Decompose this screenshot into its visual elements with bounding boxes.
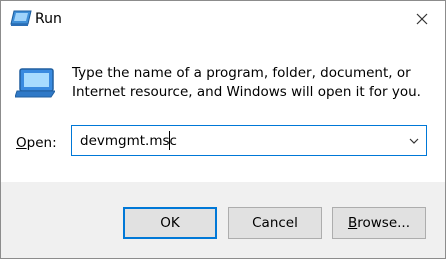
dialog-description: Type the name of a program, folder, docu… (72, 65, 421, 100)
browse-label: rowse... (357, 215, 411, 231)
close-button[interactable] (399, 1, 445, 37)
run-app-icon (10, 10, 32, 27)
close-icon (416, 13, 428, 25)
browse-accelerator: B (347, 215, 358, 231)
window-title: Run (35, 11, 62, 27)
run-icon (14, 67, 56, 99)
chevron-down-icon (409, 138, 419, 144)
dropdown-button[interactable] (402, 126, 426, 155)
cancel-button[interactable]: Cancel (228, 207, 322, 239)
open-combobox[interactable]: devmgmt.msc (71, 125, 427, 156)
dialog-content: Type the name of a program, folder, docu… (1, 37, 445, 182)
text-caret (169, 131, 170, 150)
browse-button[interactable]: Browse... (332, 207, 426, 239)
open-input[interactable]: devmgmt.msc (80, 132, 177, 150)
title-bar[interactable]: Run (1, 1, 445, 37)
open-label-accelerator: O (16, 135, 27, 151)
run-dialog: Run Type the name of a program, folder, … (0, 0, 446, 259)
ok-button[interactable]: OK (123, 207, 217, 239)
open-label: Open: (16, 134, 57, 152)
open-label-text: pen: (26, 135, 57, 151)
